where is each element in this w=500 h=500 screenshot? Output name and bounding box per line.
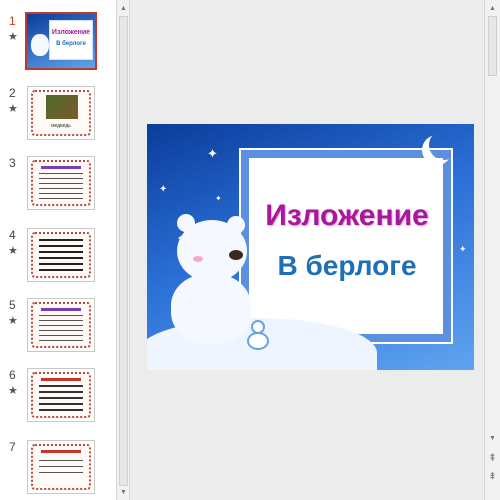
- moon-icon: [429, 130, 459, 160]
- slide-thumbnail-5[interactable]: 5 ★: [0, 298, 116, 364]
- scroll-thumb[interactable]: [488, 16, 497, 76]
- preview-heading-line: [41, 308, 81, 311]
- bear-ear: [177, 214, 195, 232]
- scroll-down-icon[interactable]: ▼: [118, 486, 129, 498]
- slide-number: 4: [9, 228, 16, 242]
- slide-title[interactable]: Изложение: [247, 199, 447, 233]
- star-icon: ✦: [159, 184, 168, 195]
- title-frame-inner: [249, 158, 443, 334]
- current-slide[interactable]: ✦ ✦ ✦ ✦ ✦ ✦ ✦ ✦ Изложение В берлоге: [147, 124, 474, 370]
- preview-subtitle: В берлоге: [56, 41, 86, 47]
- thumbnail-scrollbar[interactable]: ▲ ▼: [116, 0, 130, 500]
- slide-preview[interactable]: [27, 228, 95, 282]
- animation-star-icon: ★: [8, 245, 18, 257]
- presentation-editor: 1 ★ Изложение В берлоге 2 ★ медведь 3 4 …: [0, 0, 500, 500]
- snowman-body: [247, 332, 269, 350]
- bear-nose-icon: [229, 250, 243, 260]
- preview-heading-line: [41, 378, 81, 381]
- preview-paper: [31, 160, 91, 206]
- animation-star-icon: ★: [8, 385, 18, 397]
- previous-slide-icon[interactable]: ⇞: [487, 452, 498, 464]
- slide-thumbnail-6[interactable]: 6 ★: [0, 368, 116, 434]
- preview-paper: [31, 372, 91, 418]
- slide-thumbnail-2[interactable]: 2 ★ медведь: [0, 86, 116, 152]
- preview-title: Изложение: [51, 29, 91, 36]
- slide-preview[interactable]: [27, 156, 95, 210]
- slide-number: 5: [9, 298, 16, 312]
- slide-number: 1: [9, 14, 16, 28]
- slide-thumbnail-pane[interactable]: 1 ★ Изложение В берлоге 2 ★ медведь 3 4 …: [0, 0, 118, 500]
- slide-preview[interactable]: медведь: [27, 86, 95, 140]
- slide-thumbnail-3[interactable]: 3: [0, 156, 116, 222]
- slide-subtitle[interactable]: В берлоге: [247, 250, 447, 282]
- preview-caption: медведь: [51, 123, 71, 129]
- preview-paper: [31, 444, 91, 490]
- slide-thumbnail-7[interactable]: 7: [0, 440, 116, 500]
- animation-star-icon: ★: [8, 315, 18, 327]
- slide-preview[interactable]: Изложение В берлоге: [25, 12, 97, 70]
- bear-cheek: [193, 256, 203, 262]
- star-icon: ✦: [207, 146, 218, 161]
- star-icon: ✦: [459, 244, 467, 254]
- scroll-down-icon[interactable]: ▼: [487, 432, 498, 444]
- preview-paper: [31, 232, 91, 278]
- star-icon: ✦: [215, 194, 222, 203]
- slide-preview[interactable]: [27, 298, 95, 352]
- slide-thumbnail-1[interactable]: 1 ★ Изложение В берлоге: [0, 12, 116, 80]
- animation-star-icon: ★: [8, 31, 18, 43]
- animation-star-icon: ★: [8, 103, 18, 115]
- scroll-thumb[interactable]: [119, 16, 128, 486]
- preview-paper: [31, 302, 91, 348]
- scroll-up-icon[interactable]: ▲: [487, 2, 498, 14]
- slide-preview[interactable]: [27, 368, 95, 422]
- preview-frame: [49, 20, 93, 60]
- slide-number: 2: [9, 86, 16, 100]
- slide-number: 3: [9, 156, 16, 170]
- bear-photo-icon: [46, 95, 78, 119]
- next-slide-icon[interactable]: ⇟: [487, 470, 498, 482]
- title-frame: [239, 148, 453, 344]
- slide-number: 6: [9, 368, 16, 382]
- preview-heading-line: [41, 450, 81, 453]
- slide-preview[interactable]: [27, 440, 95, 494]
- scroll-up-icon[interactable]: ▲: [118, 2, 129, 14]
- bear-icon: [31, 34, 49, 56]
- slide-thumbnail-4[interactable]: 4 ★: [0, 228, 116, 294]
- slide-number: 7: [9, 440, 16, 454]
- bear-body: [171, 274, 251, 344]
- main-scrollbar[interactable]: ▲ ▼ ⇞ ⇟: [484, 0, 500, 500]
- preview-heading-line: [41, 166, 81, 169]
- bear-ear: [227, 216, 245, 234]
